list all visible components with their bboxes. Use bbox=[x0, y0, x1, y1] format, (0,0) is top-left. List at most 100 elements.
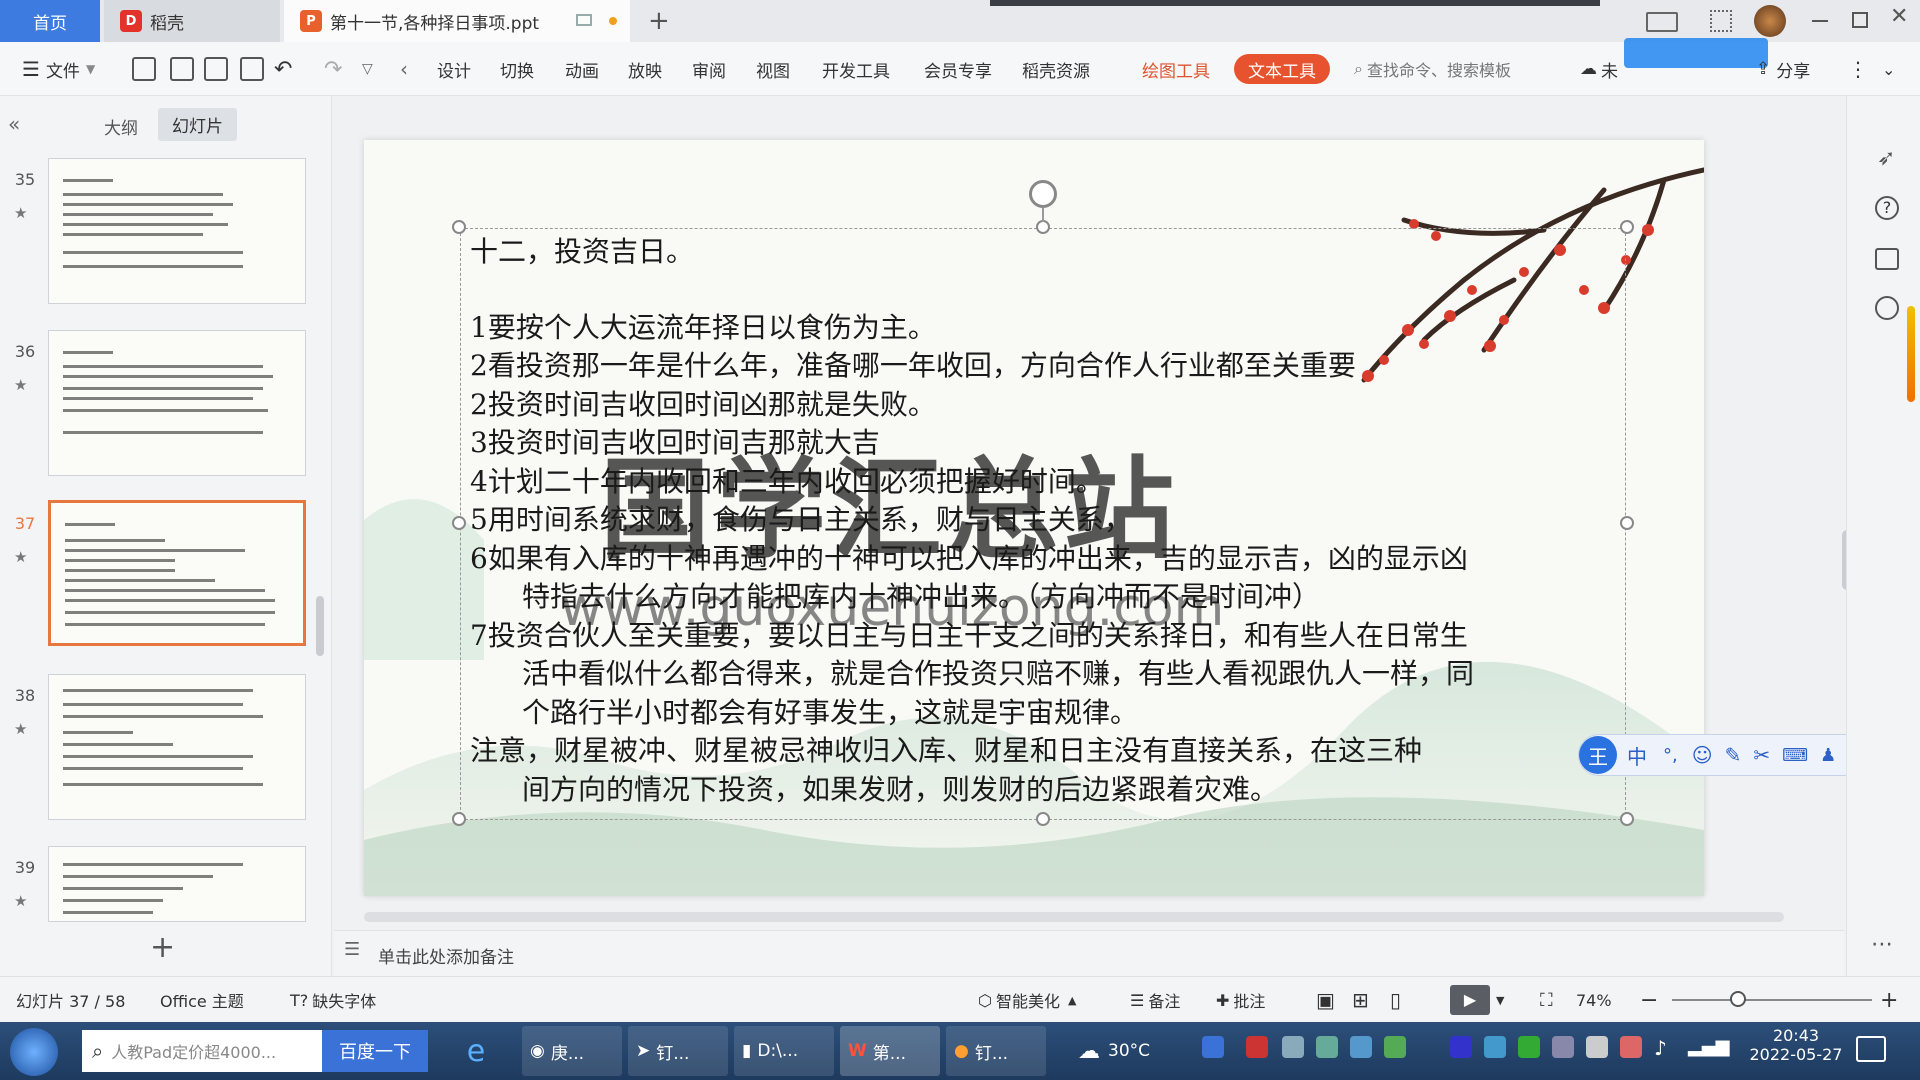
help-icon[interactable]: ? bbox=[1875, 196, 1899, 220]
panel-scrollbar[interactable] bbox=[316, 596, 324, 656]
command-search[interactable]: ⌕ 查找命令、搜索模板 bbox=[1354, 42, 1511, 96]
tab-daoke[interactable]: D 稻壳 bbox=[104, 0, 280, 42]
menu-developer[interactable]: 开发工具 bbox=[822, 42, 890, 96]
menu-transition[interactable]: 切换 bbox=[500, 42, 534, 96]
resize-handle-mr[interactable] bbox=[1620, 516, 1634, 530]
menu-slideshow[interactable]: 放映 bbox=[628, 42, 662, 96]
tray-app-icon[interactable] bbox=[1384, 1036, 1406, 1058]
menu-review[interactable]: 审阅 bbox=[692, 42, 726, 96]
menu-text-tool[interactable]: 文本工具 bbox=[1234, 54, 1330, 84]
tab-home[interactable]: 首页 bbox=[0, 0, 100, 42]
notes-pane[interactable]: ☰ 单击此处添加备注 bbox=[334, 930, 1844, 976]
tray-wps-icon[interactable] bbox=[1246, 1036, 1268, 1058]
taskbar-app-dingtalk[interactable]: ➤ 钉... bbox=[628, 1026, 728, 1076]
resize-handle-tr[interactable] bbox=[1620, 220, 1634, 234]
new-tab-button[interactable]: + bbox=[648, 0, 670, 42]
clock[interactable]: 20:43 2022-05-27 bbox=[1746, 1026, 1846, 1064]
more-options-icon[interactable]: ⋯ bbox=[1871, 932, 1893, 957]
share-button[interactable]: ⇪ 分享 bbox=[1756, 42, 1810, 96]
rocket-icon[interactable]: ➶ bbox=[1877, 146, 1895, 171]
tray-shield-icon[interactable] bbox=[1316, 1036, 1338, 1058]
tray-nvidia-icon[interactable] bbox=[1518, 1036, 1540, 1058]
menu-member[interactable]: 会员专享 bbox=[924, 42, 992, 96]
notes-placeholder[interactable]: 单击此处添加备注 bbox=[378, 943, 514, 968]
ime-logo-icon[interactable]: 王 bbox=[1579, 736, 1617, 774]
menu-design[interactable]: 设计 bbox=[437, 42, 471, 96]
zoom-slider[interactable] bbox=[1672, 999, 1872, 1001]
zoom-in-icon[interactable]: + bbox=[1880, 977, 1898, 1023]
theme-name[interactable]: Office 主题 bbox=[160, 977, 244, 1023]
taskbar-search[interactable]: ⌕ 人教Pad定价超4000... bbox=[82, 1030, 322, 1072]
collapse-panel-icon[interactable]: « bbox=[8, 112, 20, 136]
horizontal-scrollbar[interactable] bbox=[364, 912, 1784, 922]
tray-security-icon[interactable] bbox=[1620, 1036, 1642, 1058]
taskbar-app-wps[interactable]: W 第... bbox=[840, 1026, 940, 1076]
taskbar-app-dingtalk-2[interactable]: ● 钉... bbox=[946, 1026, 1046, 1076]
ime-keyboard-icon[interactable]: ⌨ bbox=[1782, 745, 1808, 766]
reading-view-icon[interactable]: ▯ bbox=[1390, 977, 1401, 1023]
ime-mode-label[interactable]: 中 bbox=[1627, 741, 1647, 770]
weather-widget[interactable]: ☁ 30°C bbox=[1074, 1026, 1184, 1076]
file-menu[interactable]: ☰ 文件 ▼ bbox=[22, 42, 95, 96]
notification-center-icon[interactable] bbox=[1856, 1036, 1886, 1062]
volume-icon[interactable]: ♪ bbox=[1654, 1036, 1667, 1060]
resize-handle-tl[interactable] bbox=[452, 220, 466, 234]
minimize-icon[interactable] bbox=[1812, 20, 1828, 22]
ribbon-collapse-icon[interactable]: ⌄ bbox=[1882, 42, 1895, 96]
avatar[interactable] bbox=[1754, 5, 1786, 37]
resize-handle-br[interactable] bbox=[1620, 812, 1634, 826]
tray-clipboard-icon[interactable] bbox=[1586, 1036, 1608, 1058]
zoom-slider-thumb[interactable] bbox=[1730, 991, 1746, 1007]
tray-device-icon[interactable] bbox=[1282, 1036, 1304, 1058]
slide-thumbnail-38[interactable] bbox=[48, 674, 306, 820]
signal-icon[interactable]: ▂▄▆ bbox=[1688, 1036, 1730, 1057]
slide-thumbnail-37[interactable] bbox=[48, 500, 306, 646]
cloud-sync[interactable]: ☁ 未 bbox=[1580, 42, 1618, 96]
normal-view-icon[interactable]: ▣ bbox=[1316, 977, 1335, 1023]
menu-daoke-resources[interactable]: 稻壳资源 bbox=[1022, 42, 1090, 96]
taskbar-app-browser[interactable]: ◉ 庚... bbox=[522, 1026, 622, 1076]
maximize-icon[interactable] bbox=[1852, 12, 1868, 28]
tab-document[interactable]: P 第十一节,各种择日事项.ppt bbox=[284, 0, 630, 42]
ime-user-icon[interactable]: ♟ bbox=[1820, 745, 1836, 766]
play-slideshow-button[interactable]: ▶ bbox=[1450, 985, 1490, 1015]
tray-usb-icon[interactable] bbox=[1552, 1036, 1574, 1058]
slide-thumbnail-36[interactable] bbox=[48, 330, 306, 476]
play-options-icon[interactable]: ▼ bbox=[1496, 977, 1504, 1023]
resize-handle-ml[interactable] bbox=[452, 516, 466, 530]
slides-tab[interactable]: 幻灯片 bbox=[158, 108, 237, 141]
close-icon[interactable]: ✕ bbox=[1890, 4, 1908, 29]
resize-handle-tc[interactable] bbox=[1036, 220, 1050, 234]
start-button[interactable] bbox=[10, 1028, 58, 1076]
baidu-search-button[interactable]: 百度一下 bbox=[322, 1030, 428, 1072]
export-pdf-icon[interactable] bbox=[170, 57, 194, 81]
ribbon-scroll-left-icon[interactable]: ‹ bbox=[400, 42, 408, 96]
tray-browser-icon[interactable] bbox=[1484, 1036, 1506, 1058]
magic-icon[interactable] bbox=[1875, 296, 1899, 320]
tray-network-icon[interactable] bbox=[1350, 1036, 1372, 1058]
slide-thumbnail-39[interactable] bbox=[48, 846, 306, 922]
ime-scissors-icon[interactable]: ✂ bbox=[1753, 743, 1770, 767]
tray-bluetooth-icon[interactable] bbox=[1450, 1036, 1472, 1058]
menu-view[interactable]: 视图 bbox=[756, 42, 790, 96]
add-slide-button[interactable]: + bbox=[150, 930, 175, 965]
slide-thumbnail-35[interactable] bbox=[48, 158, 306, 304]
zoom-level[interactable]: 74% bbox=[1576, 977, 1612, 1023]
notes-toggle[interactable]: ☰ 备注 bbox=[1130, 977, 1180, 1023]
beautify-button[interactable]: ⬡ 智能美化 ▲ bbox=[978, 977, 1076, 1023]
menu-draw-tool[interactable]: 绘图工具 bbox=[1142, 42, 1210, 96]
promo-badge[interactable] bbox=[1624, 38, 1768, 68]
resize-handle-bc[interactable] bbox=[1036, 812, 1050, 826]
redo-icon[interactable]: ↷ bbox=[324, 42, 342, 96]
comments-toggle[interactable]: ✚ 批注 bbox=[1216, 977, 1265, 1023]
resize-handle-bl[interactable] bbox=[452, 812, 466, 826]
layout-icon[interactable] bbox=[1646, 12, 1678, 32]
quick-access-dropdown-icon[interactable]: ▽ bbox=[362, 42, 373, 96]
tray-ime-icon[interactable] bbox=[1202, 1036, 1224, 1058]
zoom-out-icon[interactable]: − bbox=[1640, 977, 1658, 1023]
ime-pen-icon[interactable]: ✎ bbox=[1725, 743, 1742, 767]
outline-tab[interactable]: 大纲 bbox=[104, 114, 138, 139]
save-icon[interactable] bbox=[132, 57, 156, 81]
undo-icon[interactable]: ↶ bbox=[274, 42, 292, 96]
apps-grid-icon[interactable] bbox=[1710, 10, 1732, 32]
